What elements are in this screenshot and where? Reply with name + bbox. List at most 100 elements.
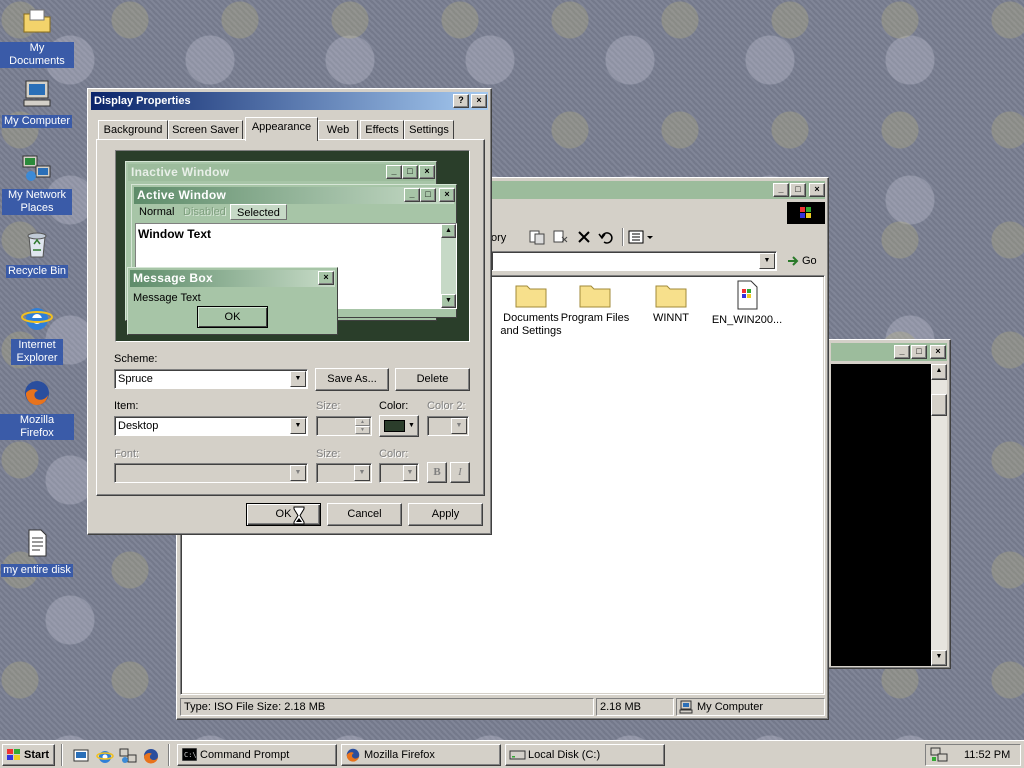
status-text: Type: ISO File Size: 2.18 MB — [180, 698, 594, 716]
font-color-picker[interactable]: ▼ — [379, 463, 419, 483]
cmd-icon: C:\ — [182, 748, 197, 761]
display-properties-dialog[interactable]: Display Properties ? × Background Screen… — [87, 88, 492, 535]
tab-background[interactable]: Background — [98, 120, 168, 140]
network-icon[interactable] — [119, 747, 137, 765]
tab-appearance[interactable]: Appearance — [245, 117, 318, 141]
desktop-icon-label: My Network Places — [2, 189, 72, 215]
close-button[interactable]: × — [809, 183, 825, 197]
desktop-icon-recycle-bin[interactable]: Recycle Bin — [0, 228, 74, 278]
desktop-icon-network-places[interactable]: My Network Places — [0, 152, 74, 215]
scheme-select[interactable]: Spruce ▼ — [114, 369, 308, 389]
command-prompt-window[interactable]: _ □ × ▲ ▼ — [827, 339, 951, 669]
network-icon — [22, 155, 51, 181]
apply-button[interactable]: Apply — [408, 503, 483, 526]
close-button[interactable]: × — [471, 94, 487, 108]
item-select[interactable]: Desktop ▼ — [114, 416, 308, 436]
desktop-icon-my-entire-disk[interactable]: my entire disk — [0, 527, 74, 577]
tab-effects[interactable]: Effects — [360, 120, 404, 140]
drive-icon — [509, 750, 526, 760]
ie-icon[interactable] — [96, 747, 114, 765]
chevron-down-icon[interactable]: ▼ — [290, 465, 306, 481]
minimize-button[interactable]: _ — [894, 345, 910, 359]
console-area[interactable] — [831, 364, 931, 666]
spin-up-icon[interactable]: ▲ — [355, 418, 370, 426]
desktop-icon-firefox[interactable]: Mozilla Firefox — [0, 377, 74, 440]
bold-button[interactable]: B — [427, 462, 447, 483]
copy-to-icon[interactable] — [552, 228, 570, 246]
dialog-title: Display Properties — [94, 95, 191, 107]
file-item-iso[interactable]: EN_WIN200... — [707, 279, 787, 327]
cancel-button[interactable]: Cancel — [327, 503, 402, 526]
item-label: Item: — [114, 400, 139, 412]
scroll-thumb[interactable] — [931, 394, 947, 416]
chevron-down-icon[interactable]: ▼ — [354, 465, 370, 481]
close-button[interactable]: × — [930, 345, 946, 359]
taskbar-button-local-disk[interactable]: Local Disk (C:) — [505, 744, 665, 766]
file-item-winnt[interactable]: WINNT — [631, 279, 711, 325]
delete-icon[interactable] — [576, 229, 592, 245]
preview-msgbox-ok: OK — [197, 306, 268, 328]
scroll-down-button[interactable]: ▼ — [931, 650, 947, 666]
chevron-down-icon[interactable]: ▼ — [451, 418, 467, 434]
tab-screen-saver[interactable]: Screen Saver — [168, 120, 243, 140]
taskbar-button-firefox[interactable]: Mozilla Firefox — [341, 744, 501, 766]
views-icon[interactable] — [628, 229, 654, 245]
status-bar: Type: ISO File Size: 2.18 MB 2.18 MB My … — [180, 697, 825, 717]
tab-web[interactable]: Web — [318, 120, 358, 140]
font-size-select[interactable]: ▼ — [316, 463, 372, 483]
clock[interactable]: 11:52 PM — [964, 749, 1010, 761]
desktop-icon-my-documents[interactable]: My Documents — [0, 5, 74, 68]
font-color-label: Color: — [379, 448, 409, 460]
chevron-down-icon[interactable]: ▼ — [290, 371, 306, 387]
tab-settings[interactable]: Settings — [404, 120, 454, 140]
network-tray-icon[interactable] — [930, 747, 948, 763]
move-to-icon[interactable] — [528, 228, 546, 246]
color2-picker-button[interactable]: ▼ — [427, 416, 469, 436]
undo-icon[interactable] — [598, 229, 616, 245]
dialog-titlebar[interactable]: Display Properties — [91, 92, 488, 110]
scroll-up-button: ▲ — [441, 224, 456, 238]
color-picker-button[interactable]: ▼ — [379, 415, 419, 437]
chevron-down-icon[interactable]: ▼ — [290, 418, 306, 434]
status-zone-label: My Computer — [697, 701, 764, 713]
start-label: Start — [24, 749, 50, 761]
item-size-spinner[interactable]: ▲ ▼ — [316, 416, 372, 436]
item-value: Desktop — [118, 420, 159, 432]
scheme-label: Scheme: — [114, 353, 158, 365]
show-desktop-icon[interactable] — [72, 747, 90, 765]
desktop-icon-label: Recycle Bin — [5, 265, 69, 278]
ie-icon — [21, 308, 53, 330]
close-button: × — [318, 271, 334, 285]
font-select[interactable]: ▼ — [114, 463, 308, 483]
history-button-label[interactable]: ory — [491, 232, 506, 244]
address-input[interactable]: ▼ — [491, 251, 777, 271]
desktop-icon-label: Internet Explorer — [11, 339, 63, 365]
chevron-down-icon[interactable]: ▼ — [759, 253, 775, 269]
spin-down-icon[interactable]: ▼ — [355, 426, 370, 434]
recycle-bin-icon — [27, 232, 47, 258]
chevron-down-icon[interactable]: ▼ — [403, 465, 417, 481]
maximize-button[interactable]: □ — [911, 345, 927, 359]
ok-button[interactable]: OK — [246, 503, 321, 526]
firefox-icon[interactable] — [142, 747, 160, 765]
help-button[interactable]: ? — [453, 94, 469, 108]
taskbar-button-command-prompt[interactable]: C:\ Command Prompt — [177, 744, 337, 766]
hourglass-cursor-icon — [293, 506, 305, 525]
minimize-button[interactable]: _ — [773, 183, 789, 197]
file-item-program-files[interactable]: Program Files — [555, 279, 635, 325]
desktop-icon-my-computer[interactable]: My Computer — [0, 78, 74, 128]
save-as-button[interactable]: Save As... — [315, 368, 389, 391]
maximize-button[interactable]: □ — [790, 183, 806, 197]
go-button[interactable]: Go — [783, 251, 825, 271]
status-size: 2.18 MB — [596, 698, 674, 716]
console-scrollbar[interactable]: ▲ ▼ — [931, 364, 947, 666]
delete-button[interactable]: Delete — [395, 368, 470, 391]
desktop-icon-internet-explorer[interactable]: Internet Explorer — [0, 302, 74, 365]
desktop-icon-label: my entire disk — [1, 564, 73, 577]
file-item-label: EN_WIN200... — [711, 314, 783, 326]
chevron-down-icon: ▼ — [408, 422, 415, 429]
italic-button[interactable]: I — [450, 462, 470, 483]
start-button[interactable]: Start — [2, 744, 55, 766]
scroll-up-button[interactable]: ▲ — [931, 364, 947, 380]
taskbar-button-label: Mozilla Firefox — [364, 749, 435, 761]
